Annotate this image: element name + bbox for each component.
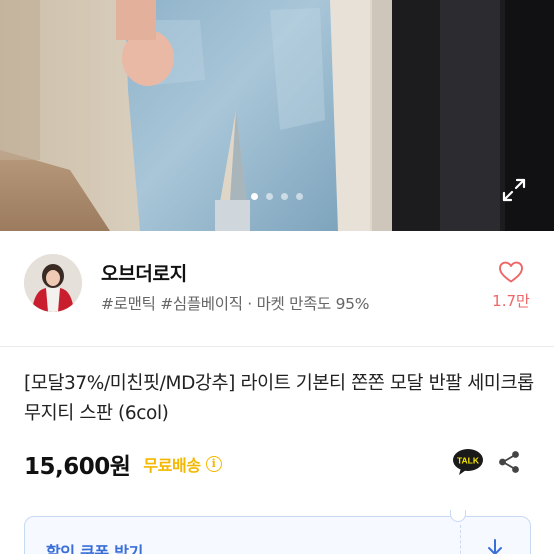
shop-tags: #로맨틱 #심플베이직 · 마켓 만족도 95% (101, 295, 370, 313)
like-button[interactable]: 1.7만 (488, 260, 534, 311)
coupon-download-button[interactable] (484, 537, 506, 554)
talk-label: TALK (457, 456, 480, 466)
product-price: 15,600원 (24, 454, 131, 480)
expand-icon (502, 178, 526, 202)
shop-info[interactable]: 오브더로지 #로맨틱 #심플베이직 · 마켓 만족도 95% 1.7만 (0, 231, 554, 346)
carousel-dot-1[interactable] (251, 193, 258, 200)
coupon-label: 할인 쿠폰 받기 (46, 543, 144, 554)
section-divider (0, 346, 554, 347)
expand-button[interactable] (499, 175, 529, 205)
share-icon (499, 451, 519, 473)
kakao-talk-button[interactable]: TALK (452, 448, 484, 476)
price-row: 15,600원 무료배송 i (24, 448, 222, 480)
free-shipping-badge: 무료배송 (143, 456, 201, 475)
product-photo[interactable] (0, 0, 554, 231)
shop-avatar[interactable] (24, 254, 82, 312)
coupon-divider (460, 525, 461, 554)
download-icon (488, 539, 502, 554)
carousel-indicator (0, 193, 554, 200)
heart-outline-icon (499, 261, 523, 283)
product-title: [모달37%/미친핏/MD강추] 라이트 기본티 쫀쫀 모달 반팔 세미크롭 무… (24, 373, 534, 424)
info-icon[interactable]: i (205, 456, 222, 472)
carousel-dot-3[interactable] (281, 193, 288, 200)
carousel-dot-2[interactable] (266, 193, 273, 200)
carousel-dot-4[interactable] (296, 193, 303, 200)
like-count: 1.7만 (492, 292, 530, 310)
avatar-image (24, 254, 82, 312)
shop-name[interactable]: 오브더로지 (101, 259, 187, 286)
share-button[interactable] (497, 450, 521, 474)
talk-icon: TALK (453, 449, 483, 475)
